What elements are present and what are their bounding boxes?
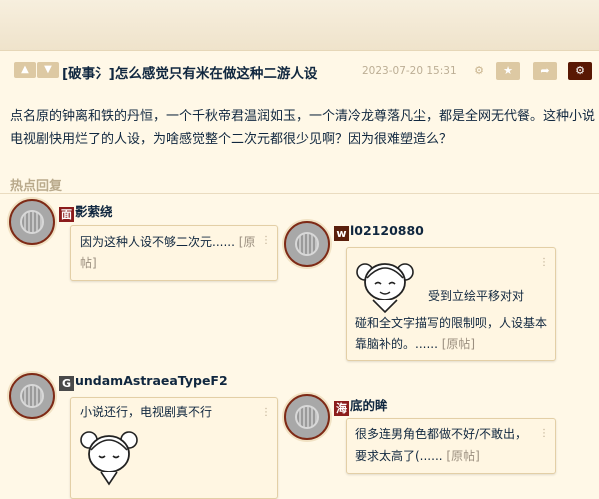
- topic-title[interactable]: [破事氵]怎么感觉只有米在做这种二游人设: [62, 62, 317, 82]
- username-text: 底的眸: [350, 398, 388, 413]
- chibi-sticker-icon: [356, 263, 414, 314]
- original-post-link[interactable]: [原帖]: [446, 449, 479, 463]
- username-text: 影萦绕: [75, 204, 113, 219]
- avatar[interactable]: [9, 373, 55, 419]
- reply-bubble: ⋮ 很多连男角色都做不好/不敢出， 要求太高了(...... [原帖]: [346, 418, 556, 474]
- android-button[interactable]: ⚙: [467, 62, 491, 80]
- reply-text: 靠脑补的。......: [355, 337, 438, 351]
- topic-date: 2023-07-20 15:31: [362, 65, 457, 77]
- divider: [0, 193, 599, 194]
- user-badge: w: [334, 226, 349, 241]
- avatar[interactable]: [9, 199, 55, 245]
- reply-text: 碰和全文字描写的限制呗，人设基本: [355, 316, 548, 330]
- reply-text: 小说还行，电视剧真不行: [80, 405, 213, 419]
- thumb-down-icon: ▼: [44, 64, 52, 75]
- user-badge: 海: [334, 401, 349, 416]
- hot-replies-heading: 热点回复: [10, 179, 63, 194]
- topic-header: ▲ ▼ [破事氵]怎么感觉只有米在做这种二游人设 2023-07-20 15:3…: [0, 52, 599, 92]
- more-icon[interactable]: ⋮: [539, 252, 549, 273]
- reply-text: 要求太高了(......: [355, 449, 443, 463]
- chibi-sticker-icon: [80, 431, 138, 486]
- reply-text: 因为这种人设不够二次元......: [80, 235, 235, 249]
- star-icon: ★: [503, 64, 513, 77]
- reply-bubble: ⋮ 受到立绘平移对对 碰和全文字描写的限制呗，人设基本 靠脑补的。...... …: [346, 247, 556, 361]
- avatar[interactable]: [284, 394, 330, 440]
- reply-text: 很多连男角色都做不好/不敢出，: [355, 427, 528, 441]
- upvote-button[interactable]: ▲: [14, 62, 36, 78]
- reply-text: 受到立绘平移对对: [428, 289, 525, 303]
- username-text: undamAstraeaTypeF2: [75, 373, 228, 388]
- user-badge: G: [59, 376, 74, 391]
- reply-username[interactable]: 海底的眸: [334, 395, 388, 416]
- reply-bubble: ⋮ 因为这种人设不够二次元...... [原帖]: [70, 225, 278, 281]
- favorite-button[interactable]: ★: [496, 62, 520, 80]
- original-post-link[interactable]: [原帖]: [442, 337, 475, 351]
- gear-icon: ⚙: [575, 64, 585, 77]
- topic-content: 点名原的钟离和铁的丹恒，一个千秋帝君温润如玉，一个清冷龙尊落凡尘，都是全网无代餐…: [10, 109, 596, 147]
- more-icon[interactable]: ⋮: [539, 423, 549, 444]
- user-badge: 面: [59, 207, 74, 222]
- settings-button[interactable]: ⚙: [568, 62, 592, 80]
- username-text: l02120880: [350, 223, 424, 238]
- reply-username[interactable]: w l02120880: [334, 223, 424, 241]
- reply-bubble: ⋮ 小说还行，电视剧真不行: [70, 397, 278, 499]
- downvote-button[interactable]: ▼: [37, 62, 59, 78]
- reply-username[interactable]: GundamAstraeaTypeF2: [59, 373, 228, 391]
- reply-username[interactable]: 面影萦绕: [59, 201, 113, 222]
- share-button[interactable]: ➦: [533, 62, 557, 80]
- thumb-up-icon: ▲: [21, 64, 29, 75]
- android-icon: ⚙: [474, 64, 484, 77]
- share-icon: ➦: [540, 64, 550, 77]
- avatar[interactable]: [284, 221, 330, 267]
- top-band: [0, 0, 599, 51]
- more-icon[interactable]: ⋮: [261, 402, 271, 423]
